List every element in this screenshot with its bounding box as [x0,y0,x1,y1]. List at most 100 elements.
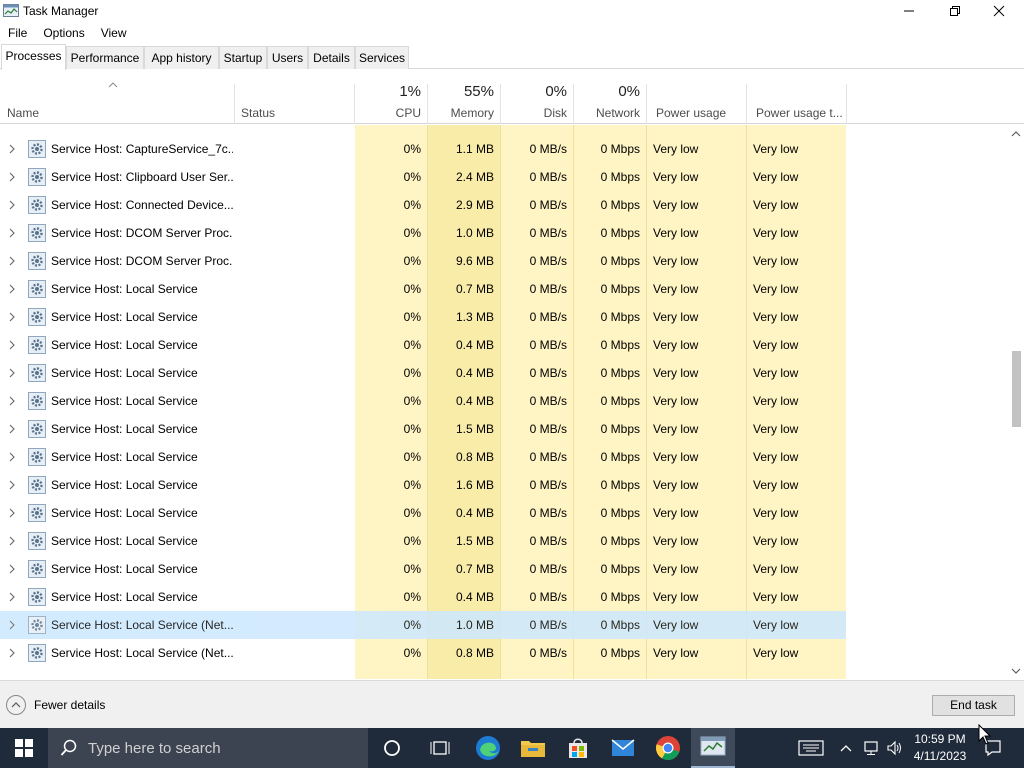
chevron-right-icon[interactable] [8,480,16,490]
chevron-right-icon[interactable] [8,312,16,322]
table-row[interactable]: Service Host: Local Service 0% 1.5 MB 0 MB/… [0,527,846,555]
table-row[interactable]: Service Host: Local Service 0% 0.4 MB 0 MB/… [0,387,846,415]
tab-startup[interactable]: Startup [219,46,267,69]
chevron-right-icon[interactable] [8,228,16,238]
close-button[interactable] [976,0,1022,22]
chevron-right-icon[interactable] [8,648,16,658]
tray-keyboard[interactable] [796,728,826,768]
process-memory: 2.9 MB [455,198,494,212]
fewer-details-button[interactable]: Fewer details [6,694,105,716]
volume-icon [887,740,901,756]
table-row[interactable]: Service Host: Local Service (Net... 0% 0.8… [0,639,846,667]
header-memory[interactable]: 55% Memory [428,70,500,124]
table-row[interactable]: Service Host: Local Service 0% 0.7 MB 0 MB/… [0,275,846,303]
process-disk: 0 MB/s [529,562,567,576]
task-view-button[interactable] [418,728,462,768]
process-memory: 0.8 MB [455,646,494,660]
table-row[interactable]: Service Host: DCOM Server Proc... 0% 1.0 M… [0,219,846,247]
chevron-right-icon[interactable] [8,284,16,294]
table-row[interactable]: Service Host: Local Service 0% 0.8 MB 0 MB/… [0,443,846,471]
table-row[interactable]: Service Host: DCOM Server Proc... 0% 9.6 M… [0,247,846,275]
taskbar-chrome[interactable] [646,728,690,768]
taskbar-search[interactable]: Type here to search [48,728,368,768]
process-power: Very low [653,366,699,380]
header-memory-label: Memory [450,106,494,120]
header-status[interactable]: Status [235,70,354,124]
header-disk[interactable]: 0% Disk [501,70,573,124]
table-row[interactable]: Service Host: Local Service 0% 0.4 MB 0 MB/… [0,499,846,527]
process-cpu: 0% [403,310,421,324]
table-row[interactable]: Service Host: Local Service 0% 1.5 MB 0 MB/… [0,415,846,443]
table-row[interactable]: Service Host: Local Service 0% 0.4 MB 0 MB/… [0,331,846,359]
header-name[interactable]: Name [0,70,235,124]
process-cpu: 0% [403,590,421,604]
scroll-down-icon[interactable] [1011,667,1021,675]
header-network[interactable]: 0% Network [574,70,646,124]
taskbar-clock[interactable]: 10:59 PM 4/11/2023 [908,731,972,765]
process-cpu: 0% [403,618,421,632]
scroll-up-icon[interactable] [1011,130,1021,138]
chevron-right-icon[interactable] [8,340,16,350]
chevron-right-icon[interactable] [8,368,16,378]
chevron-right-icon[interactable] [8,452,16,462]
process-disk: 0 MB/s [529,170,567,184]
process-disk: 0 MB/s [529,422,567,436]
chevron-right-icon[interactable] [8,200,16,210]
restore-button[interactable] [932,0,978,22]
menu-options[interactable]: Options [35,23,92,43]
process-power-trend: Very low [753,338,799,352]
process-disk: 0 MB/s [529,310,567,324]
header-power-trend[interactable]: Power usage t... [747,70,846,124]
vertical-scrollbar[interactable] [1008,125,1024,679]
table-row[interactable]: Service Host: Local Service 0% 0.4 MB 0 MB/… [0,359,846,387]
tab-details[interactable]: Details [308,46,355,69]
tab-app-history[interactable]: App history [144,46,219,69]
menu-file[interactable]: File [0,23,35,43]
taskbar-file-explorer[interactable] [511,728,555,768]
table-row[interactable]: Service Host: Local Service (Net... 0% 1.0… [0,611,846,639]
chevron-right-icon[interactable] [8,172,16,182]
chevron-right-icon[interactable] [8,592,16,602]
tab-users[interactable]: Users [267,46,308,69]
chevron-right-icon[interactable] [8,536,16,546]
chevron-right-icon[interactable] [8,620,16,630]
chevron-right-icon[interactable] [8,396,16,406]
process-memory: 0.8 MB [455,450,494,464]
end-task-button[interactable]: End task [932,695,1015,716]
table-row[interactable]: Service Host: Clipboard User Ser... 0% 2.4… [0,163,846,191]
tray-network[interactable] [860,728,882,768]
table-row[interactable]: Service Host: CaptureService_7c... 0% 1.1 … [0,135,846,163]
tray-show-hidden[interactable] [836,728,856,768]
menu-view[interactable]: View [93,23,135,43]
table-row[interactable]: Service Host: Connected Device... 0% 2.9 M… [0,191,846,219]
tab-performance[interactable]: Performance [66,46,144,69]
tab-processes[interactable]: Processes [1,44,66,70]
chevron-right-icon[interactable] [8,424,16,434]
chevron-right-icon[interactable] [8,256,16,266]
chevron-right-icon[interactable] [8,564,16,574]
start-button[interactable] [0,728,48,768]
table-row[interactable]: Service Host: Local Service 0% 0.4 MB 0 MB/… [0,583,846,611]
process-disk: 0 MB/s [529,478,567,492]
header-cpu[interactable]: 1% CPU [355,70,427,124]
table-row[interactable]: Service Host: Local Service 0% 1.3 MB 0 MB/… [0,303,846,331]
cortana-icon [384,740,400,756]
taskbar-mail[interactable] [601,728,645,768]
scrollbar-thumb[interactable] [1012,351,1021,427]
table-row[interactable]: Service Host: Local Service 0% 0.7 MB 0 MB/… [0,555,846,583]
header-power-usage[interactable]: Power usage [647,70,746,124]
minimize-button[interactable] [886,0,932,22]
store-icon [569,738,587,758]
cortana-button[interactable] [370,728,414,768]
tab-services[interactable]: Services [355,46,409,69]
chevron-right-icon[interactable] [8,508,16,518]
table-row[interactable]: Service Host: Local Service 0% 1.6 MB 0 MB/… [0,471,846,499]
taskbar-store[interactable] [556,728,600,768]
taskbar-edge[interactable] [466,728,510,768]
tray-volume[interactable] [884,728,906,768]
chevron-right-icon[interactable] [8,144,16,154]
taskbar-task-manager[interactable] [691,728,735,768]
process-power: Very low [653,422,699,436]
gear-icon [28,448,46,466]
process-memory: 1.3 MB [455,310,494,324]
